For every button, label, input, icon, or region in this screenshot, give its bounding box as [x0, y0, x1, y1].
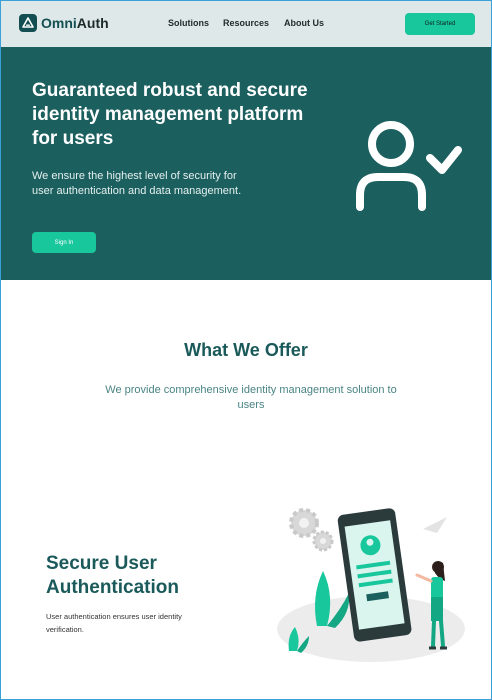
nav-link-solutions[interactable]: Solutions — [168, 18, 209, 28]
hero-section: Guaranteed robust and secure identity ma… — [1, 47, 491, 280]
phone-authentication-illustration — [277, 508, 465, 662]
omniauth-logo-icon — [19, 14, 37, 32]
hero-title: Guaranteed robust and secure identity ma… — [32, 80, 308, 149]
brand-name-suffix: Auth — [76, 15, 109, 31]
sign-in-button[interactable]: Sign In — [32, 232, 96, 253]
nav-link-resources[interactable]: Resources — [223, 18, 269, 28]
brand-name-prefix: Omni — [41, 15, 77, 31]
feature-description: User authentication ensures user identit… — [46, 612, 182, 634]
offer-subtitle: We provide comprehensive identity manage… — [105, 384, 397, 411]
hero-subtitle: We ensure the highest level of security … — [32, 170, 242, 197]
gear-icon — [289, 508, 319, 538]
brand-logo[interactable]: OmniAuth — [19, 14, 109, 32]
top-navbar: OmniAuth Solutions Resources About Us Ge… — [1, 1, 491, 47]
nav-link-about-us[interactable]: About Us — [284, 18, 324, 28]
offer-title: What We Offer — [184, 340, 308, 360]
get-started-button[interactable]: Get Started — [405, 13, 475, 35]
feature-title: Secure User Authentication — [46, 553, 179, 598]
user-check-icon — [356, 121, 462, 211]
gear-icon — [312, 530, 334, 552]
brand-name: OmniAuth — [41, 15, 109, 31]
